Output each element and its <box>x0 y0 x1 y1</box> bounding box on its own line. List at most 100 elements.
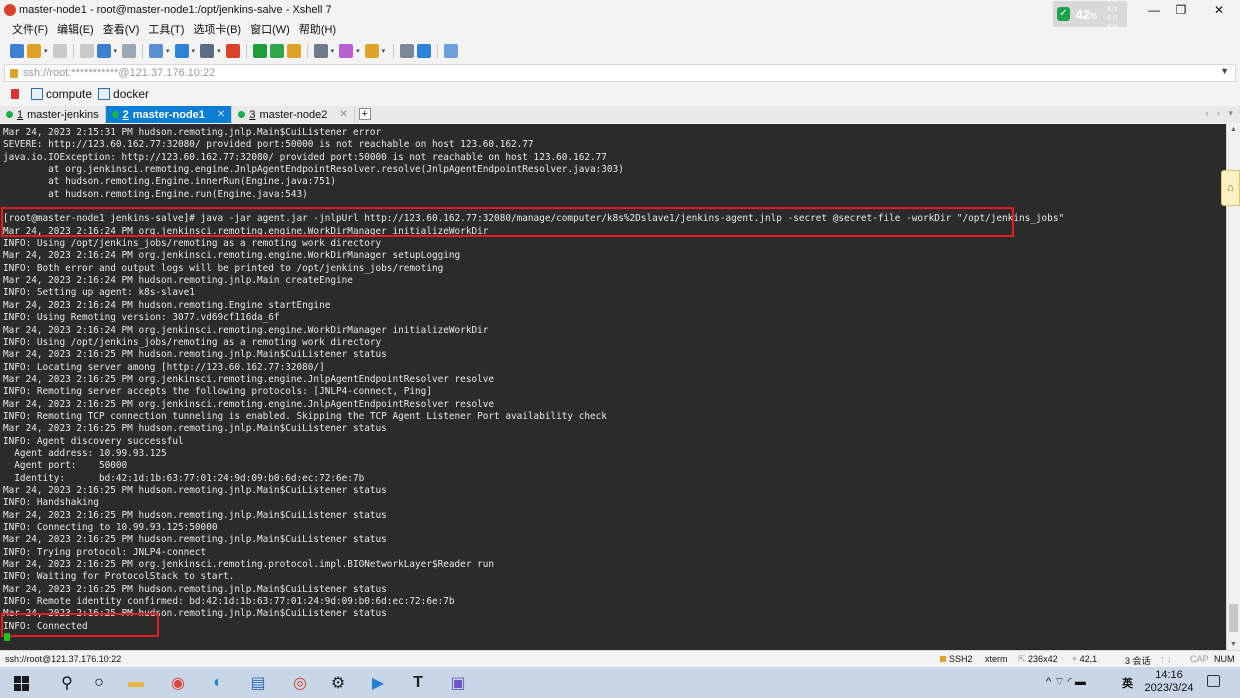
terminal-line: Mar 24, 2023 2:16:24 PM org.jenkinsci.re… <box>3 324 489 336</box>
tab-master-jenkins[interactable]: 1 master-jenkins <box>0 106 106 123</box>
connected-status-icon <box>238 111 246 118</box>
fullscreen-icon[interactable] <box>269 44 284 58</box>
chevron-down-icon[interactable]: ▾ <box>166 47 170 55</box>
chevron-down-icon[interactable]: ▼ <box>1220 66 1229 76</box>
xshell-icon[interactable] <box>225 44 240 58</box>
clock-date: 2023/3/24 <box>1144 682 1194 694</box>
cortana-icon[interactable]: ○ <box>89 673 109 693</box>
terminal-line: Agent address: 10.99.93.125 <box>3 447 167 459</box>
connect-icon[interactable] <box>52 44 67 58</box>
add-tab-button[interactable]: + <box>358 108 371 120</box>
script-icon[interactable] <box>339 44 354 58</box>
close-icon[interactable]: ✕ <box>339 109 347 120</box>
globe-icon[interactable] <box>174 44 189 58</box>
menu-help[interactable]: 帮助(H) <box>299 21 336 37</box>
terminal-line: INFO: Agent discovery successful <box>3 435 184 447</box>
find-icon[interactable] <box>122 44 137 58</box>
menu-edit[interactable]: 编辑(E) <box>57 21 94 37</box>
scroll-thumb[interactable] <box>1229 604 1238 632</box>
terminal-line: INFO: Using Remoting version: 3077.vd69c… <box>3 312 280 324</box>
new-session-icon[interactable] <box>10 44 24 58</box>
menu-tools[interactable]: 工具(T) <box>148 21 184 37</box>
address-bar[interactable]: ssh://root:***********@121.37.176.10:22 … <box>4 64 1236 82</box>
typora-icon[interactable]: T <box>408 673 428 693</box>
vscode-icon[interactable]: ▶ <box>368 673 388 693</box>
chevron-down-icon[interactable]: ▾ <box>192 47 196 55</box>
help-icon[interactable] <box>417 44 432 58</box>
edge-icon[interactable]: ◐ <box>208 673 228 693</box>
settings-icon[interactable]: ⚙ <box>328 673 348 693</box>
status-sessions: 3 会话 <box>1125 656 1151 666</box>
tab-number: 2 <box>122 108 129 121</box>
system-tray-icons[interactable]: ^ ⌔ ◜ ▬ <box>1046 675 1086 689</box>
pin-icon[interactable] <box>11 89 19 99</box>
photo-icon[interactable]: ▣ <box>448 673 468 693</box>
chevron-down-icon[interactable]: ▾ <box>356 47 360 55</box>
transfer-icon[interactable] <box>364 44 379 58</box>
scroll-arrows-icon: ↑ ↓ <box>1160 654 1172 664</box>
terminal-line: Mar 24, 2023 2:16:25 PM hudson.remoting.… <box>3 608 387 620</box>
terminal-line: Mar 24, 2023 2:16:24 PM hudson.remoting.… <box>3 275 353 287</box>
tab-navigation[interactable]: ‹ › ▾ <box>1205 108 1236 119</box>
keyboard-icon[interactable] <box>313 44 328 58</box>
terminal-output[interactable]: Mar 24, 2023 2:15:31 PM hudson.remoting.… <box>0 124 1226 650</box>
terminal-line: Mar 24, 2023 2:16:25 PM hudson.remoting.… <box>3 509 387 521</box>
close-icon[interactable]: ✕ <box>217 109 225 120</box>
window-title: master-node1 - root@master-node1:/opt/je… <box>19 3 332 16</box>
xftp-icon[interactable] <box>252 44 267 58</box>
menu-file[interactable]: 文件(F) <box>12 21 48 37</box>
restore-icon: ❐ <box>1175 2 1187 17</box>
terminal-line: at hudson.remoting.Engine.innerRun(Engin… <box>3 176 337 188</box>
lock-icon[interactable] <box>286 44 301 58</box>
tab-label: master-jenkins <box>27 108 99 121</box>
file-explorer-icon[interactable]: ▬ <box>126 673 146 693</box>
clock[interactable]: 14:16 2023/3/24 <box>1144 669 1194 695</box>
side-panel-tab[interactable]: ⌂ <box>1221 170 1240 206</box>
search-icon[interactable]: ⚲ <box>57 673 77 693</box>
chevron-down-icon[interactable]: ▾ <box>114 47 118 55</box>
status-size: ⇱ 236x42 <box>1018 654 1058 664</box>
terminal-line: Identity: bd:42:1d:1b:63:77:01:24:9d:09:… <box>3 472 365 484</box>
tab-master-node2[interactable]: 3 master-node2 ✕ <box>232 106 355 123</box>
terminal-line: at org.jenkinsci.remoting.engine.JnlpAge… <box>3 164 624 176</box>
address-value: ssh://root:***********@121.37.176.10:22 <box>23 67 216 79</box>
reconnect-icon[interactable] <box>96 44 111 58</box>
chevron-down-icon[interactable]: ▾ <box>331 47 335 55</box>
ime-indicator[interactable]: 英 <box>1122 675 1133 691</box>
menu-window[interactable]: 窗口(W) <box>250 21 290 37</box>
chevron-down-icon[interactable]: ▾ <box>44 47 48 55</box>
xshell-app-icon <box>4 3 16 16</box>
close-button[interactable]: ✕ <box>1196 0 1240 19</box>
menu-view[interactable]: 查看(V) <box>103 21 140 37</box>
terminal-line: INFO: Waiting for ProtocolStack to start… <box>3 571 235 583</box>
xshell-icon[interactable]: ◎ <box>290 673 310 693</box>
terminal-line: Mar 24, 2023 2:16:25 PM org.jenkinsci.re… <box>3 559 495 571</box>
chevron-down-icon[interactable]: ▾ <box>217 47 221 55</box>
network-speed-widget[interactable]: ✓ 42% 0.0 K/s 0.0 K/s <box>1053 0 1127 31</box>
link-compute[interactable]: compute <box>31 87 92 101</box>
terminal-line: Mar 24, 2023 2:16:25 PM hudson.remoting.… <box>3 349 387 361</box>
start-button[interactable] <box>11 673 31 693</box>
terminal-line: INFO: Handshaking <box>3 497 99 509</box>
docs-icon[interactable]: ▤ <box>248 673 268 693</box>
color-scheme-icon[interactable] <box>149 44 164 58</box>
disconnect-icon[interactable] <box>79 44 94 58</box>
open-folder-icon[interactable] <box>27 44 41 58</box>
terminal-line: SEVERE: http://123.60.162.77:32080/ prov… <box>3 139 534 151</box>
chat-icon[interactable] <box>444 44 459 58</box>
menu-bar: 文件(F) 编辑(E) 查看(V) 工具(T) 选项卡(B) 窗口(W) 帮助(… <box>0 20 336 38</box>
chrome-icon[interactable]: ◉ <box>168 673 188 693</box>
trash-icon: ⌂ <box>1227 182 1234 194</box>
tab-master-node1[interactable]: 2 master-node1 ✕ <box>105 106 233 123</box>
link-docker[interactable]: docker <box>98 87 149 101</box>
scroll-down-icon[interactable]: ▼ <box>1230 641 1237 648</box>
scroll-up-icon[interactable]: ▲ <box>1230 126 1237 133</box>
chevron-down-icon[interactable]: ▾ <box>382 47 386 55</box>
layout-icon[interactable] <box>400 44 415 58</box>
menu-tabs[interactable]: 选项卡(B) <box>193 21 241 37</box>
session-tabs: 1 master-jenkins 2 master-node1 ✕ 3 mast… <box>0 106 1240 123</box>
upload-rate: 0.0 K/s <box>1107 0 1118 13</box>
toolbar-separator <box>142 44 144 58</box>
notification-icon[interactable] <box>1207 675 1220 687</box>
font-icon[interactable] <box>200 44 215 58</box>
